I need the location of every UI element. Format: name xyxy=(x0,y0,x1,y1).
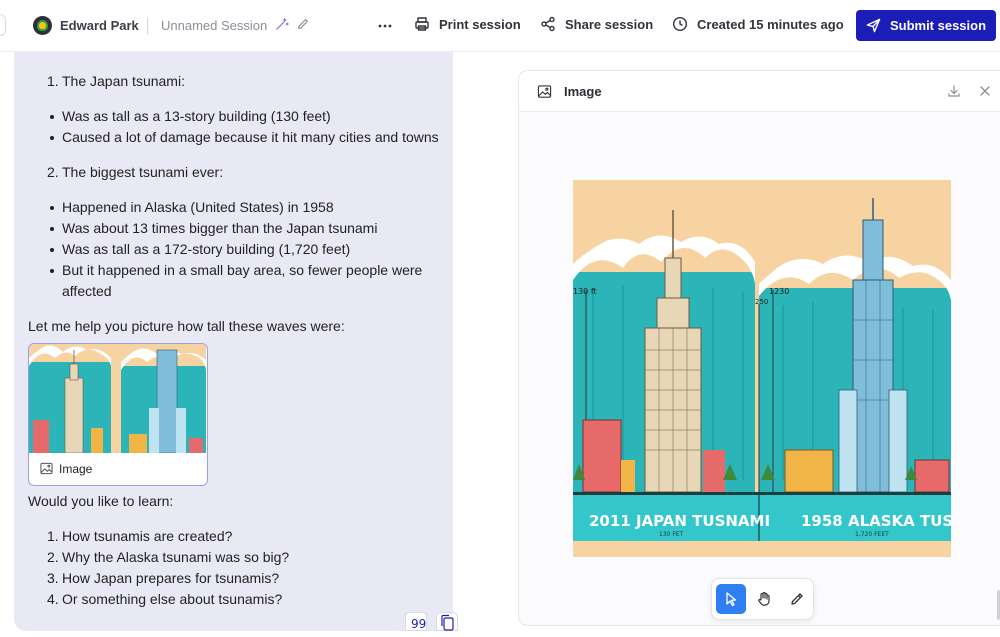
top-bar: Edward Park Unnamed Session Print sessio… xyxy=(0,0,1000,52)
share-session-button[interactable]: Share session xyxy=(540,16,653,32)
bullet xyxy=(50,115,54,119)
print-session-button[interactable]: Print session xyxy=(414,16,521,32)
list-item: Was as tall as a 172-story building (1,7… xyxy=(62,241,351,257)
hand-icon xyxy=(758,591,770,606)
more-options-icon[interactable] xyxy=(376,17,394,35)
left-caption: 2011 JAPAN TUSNAMI xyxy=(589,512,770,530)
close-icon[interactable] xyxy=(978,84,992,98)
image-icon xyxy=(40,462,53,475)
pencil-icon[interactable] xyxy=(296,17,310,31)
created-label: Created 15 minutes ago xyxy=(697,16,844,32)
list-item: But it happened in a small bay area, so … xyxy=(62,262,423,278)
bullet xyxy=(50,269,54,273)
viewer-toolbar xyxy=(711,578,814,620)
pan-tool-button[interactable] xyxy=(749,584,779,614)
section-title: The biggest tsunami ever: xyxy=(62,164,224,180)
list-item: How Japan prepares for tsunamis? xyxy=(62,570,280,586)
tsunami-comparison-image: 130 ft 1230 250 2011 JAPAN TUSNAMI 130 F… xyxy=(573,180,951,557)
list-number: 1. xyxy=(47,73,59,89)
list-item: Or something else about tsunamis? xyxy=(62,591,283,607)
learn-prompt-text: Would you like to learn: xyxy=(28,493,174,509)
list-number: 2. xyxy=(47,164,59,180)
bullet xyxy=(50,206,54,210)
share-session-label: Share session xyxy=(565,16,654,32)
marker-2: 250 xyxy=(755,298,768,306)
list-number: 2. xyxy=(47,549,59,565)
list-number: 4. xyxy=(47,591,59,607)
viewer-title: Image xyxy=(564,84,602,99)
submit-session-button[interactable]: Submit session xyxy=(856,10,996,41)
user-badge[interactable]: Edward Park xyxy=(33,16,139,35)
assistant-message: 1. The Japan tsunami: Was as tall as a 1… xyxy=(14,52,453,631)
header-divider xyxy=(147,18,148,34)
quote-icon[interactable]: 99 xyxy=(405,612,427,631)
pen-icon xyxy=(791,593,803,605)
marker-left: 130 ft xyxy=(573,287,597,296)
list-number: 3. xyxy=(47,570,59,586)
list-item: Caused a lot of damage because it hit ma… xyxy=(62,129,439,145)
svg-text:99: 99 xyxy=(411,617,426,631)
printer-icon xyxy=(415,17,429,31)
select-tool-button[interactable] xyxy=(716,584,746,614)
picture-intro-text: Let me help you picture how tall these w… xyxy=(28,318,345,334)
clock-icon xyxy=(672,16,688,32)
draw-tool-button[interactable] xyxy=(782,584,812,614)
submit-session-label: Submit session xyxy=(889,18,987,33)
share-icon xyxy=(541,16,555,32)
image-icon xyxy=(537,85,552,98)
user-name: Edward Park xyxy=(60,18,139,33)
image-attachment-card[interactable]: Image xyxy=(28,343,208,486)
bullet xyxy=(50,227,54,231)
bullet xyxy=(50,248,54,252)
download-icon[interactable] xyxy=(947,84,961,98)
cursor-icon xyxy=(726,592,737,607)
list-item: How tsunamis are created? xyxy=(62,528,233,544)
session-name[interactable]: Unnamed Session xyxy=(161,18,267,33)
bullet xyxy=(50,136,54,140)
print-session-label: Print session xyxy=(439,16,521,32)
list-item: Was as tall as a 13-story building (130 … xyxy=(62,108,331,124)
right-caption: 1958 ALASKA TUSNAMI xyxy=(801,512,951,530)
sidebar-toggle[interactable] xyxy=(0,14,6,36)
send-icon xyxy=(866,18,881,33)
avatar xyxy=(33,16,52,35)
created-status: Created 15 minutes ago xyxy=(672,16,844,32)
viewer-header: Image xyxy=(519,71,1000,112)
image-viewer-panel: Image 130 ft 1230 250 2011 JAPAN TUSNAMI… xyxy=(518,70,1000,626)
attachment-label: Image xyxy=(59,462,93,476)
tsunami-thumbnail xyxy=(29,344,206,453)
magic-wand-icon[interactable] xyxy=(275,17,289,31)
list-item-continued: affected xyxy=(62,283,112,299)
right-subcaption: 1,720 FEET xyxy=(855,531,889,538)
marker-1: 1230 xyxy=(769,287,789,296)
list-item: Happened in Alaska (United States) in 19… xyxy=(62,199,334,215)
list-item: Was about 13 times bigger than the Japan… xyxy=(62,220,378,236)
list-item: Why the Alaska tsunami was so big? xyxy=(62,549,290,565)
copy-icon[interactable] xyxy=(436,612,458,631)
list-number: 1. xyxy=(47,528,59,544)
section-title: The Japan tsunami: xyxy=(62,73,185,89)
left-subcaption: 130 FET xyxy=(659,531,684,538)
